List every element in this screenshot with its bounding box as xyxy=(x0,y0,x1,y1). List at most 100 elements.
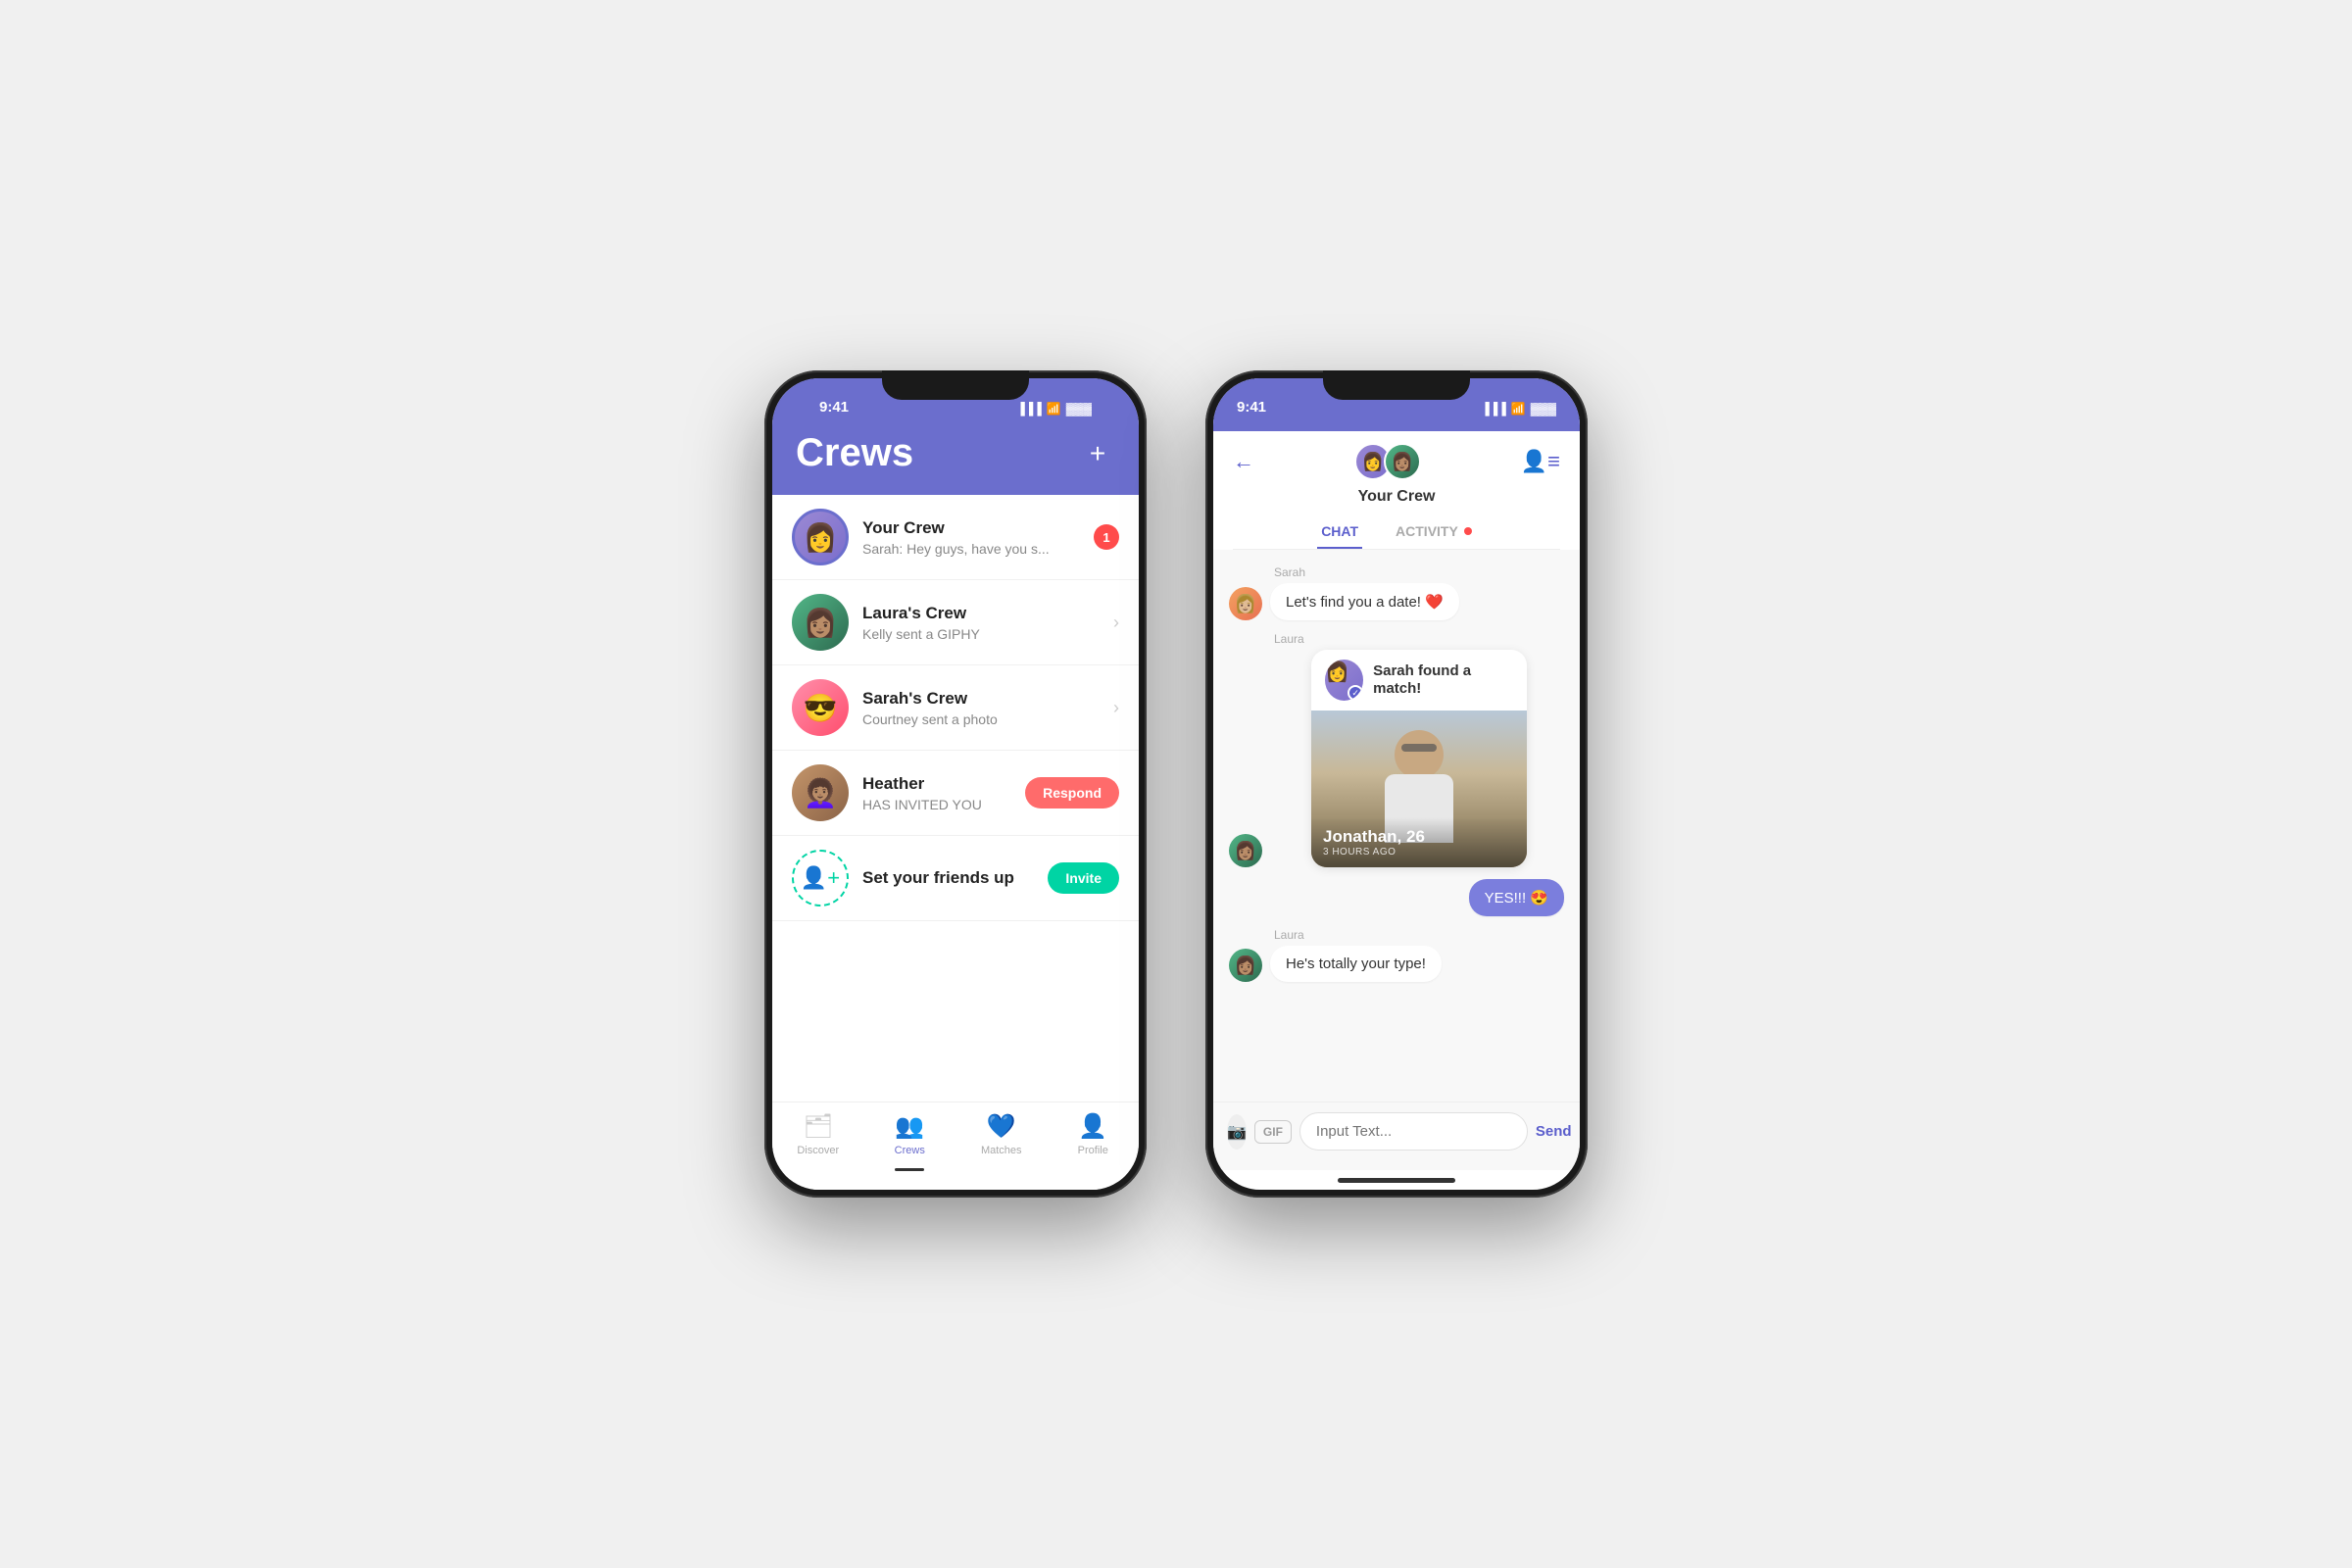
camera-icon[interactable]: 📷 xyxy=(1227,1114,1247,1150)
add-crew-button[interactable]: + xyxy=(1080,436,1115,471)
avatar: 👩🏽 xyxy=(792,594,849,651)
verified-icon: ✓ xyxy=(1348,685,1363,701)
tab-chat[interactable]: CHAT xyxy=(1317,515,1362,549)
chat-tabs: CHAT ACTIVITY xyxy=(1233,515,1560,550)
message-sender: Sarah xyxy=(1274,565,1564,579)
wifi-icon-2: 📶 xyxy=(1511,402,1526,416)
phone-1: 9:41 ▐▐▐ 📶 ▓▓▓ Crews + 👩 Your Crew xyxy=(764,370,1147,1198)
nav-crews-label: Crews xyxy=(895,1145,925,1156)
message-sender: Laura xyxy=(1274,632,1564,646)
message-row-right: YES!!! 😍 xyxy=(1229,879,1564,916)
match-card-header: 👩 ✓ Sarah found a match! xyxy=(1311,650,1527,710)
nav-discover-label: Discover xyxy=(797,1145,839,1156)
activity-notification-dot xyxy=(1464,527,1472,535)
message-sender: Laura xyxy=(1274,928,1564,942)
invite-avatar-icon: 👤+ xyxy=(792,850,849,906)
match-name: Jonathan, 26 xyxy=(1323,827,1515,847)
signal-icon: ▐▐▐ xyxy=(1016,402,1042,416)
notch-1 xyxy=(882,370,1029,400)
gif-button[interactable]: GIF xyxy=(1254,1120,1292,1144)
phone-2: 9:41 ▐▐▐ 📶 ▓▓▓ ← 👩 � xyxy=(1205,370,1588,1198)
notch-2 xyxy=(1323,370,1470,400)
sidebar-item-discover[interactable]: 🗂 Discover xyxy=(772,1112,864,1156)
crew-info: Set your friends up xyxy=(862,868,1034,888)
invite-label: Set your friends up xyxy=(862,868,1034,888)
chat-header-content: ← 👩 👩🏽 👤≡ Your Crew CHAT xyxy=(1213,431,1580,550)
nav-active-indicator xyxy=(895,1168,924,1171)
invite-button[interactable]: Invite xyxy=(1048,862,1119,894)
avatar: 👩🏽 xyxy=(1229,949,1262,982)
avatar: 👩🏼 xyxy=(1229,587,1262,620)
crew-avatars-header: 👩 👩🏽 xyxy=(1354,443,1421,480)
profile-icon: 👤 xyxy=(1078,1112,1107,1141)
crew-preview: Courtney sent a photo xyxy=(862,711,1100,727)
chevron-right-icon: › xyxy=(1113,698,1119,718)
status-icons-1: ▐▐▐ 📶 ▓▓▓ xyxy=(1016,402,1092,416)
nav-profile-label: Profile xyxy=(1078,1145,1108,1156)
match-card-text: Sarah found a match! xyxy=(1373,662,1513,698)
chat-header: 9:41 ▐▐▐ 📶 ▓▓▓ ← 👩 � xyxy=(1213,378,1580,550)
chat-messages: Sarah 👩🏼 Let's find you a date! ❤️ Laura… xyxy=(1213,550,1580,1102)
crew-preview: HAS INVITED YOU xyxy=(862,797,1011,812)
message-group: Laura 👩🏽 He's totally your type! xyxy=(1229,928,1564,982)
chat-crew-name: Your Crew xyxy=(1358,488,1436,506)
chat-input-bar: 📷 GIF Send xyxy=(1213,1102,1580,1170)
matches-icon: 💙 xyxy=(987,1112,1016,1141)
list-item[interactable]: 👩🏽 Laura's Crew Kelly sent a GIPHY › xyxy=(772,580,1139,665)
back-button[interactable]: ← xyxy=(1233,449,1254,474)
sidebar-item-matches[interactable]: 💙 Matches xyxy=(956,1112,1048,1156)
message-bubble-self: YES!!! 😍 xyxy=(1469,879,1564,916)
nav-matches-label: Matches xyxy=(981,1145,1022,1156)
match-found-label: Sarah found a match! xyxy=(1373,662,1513,698)
list-item[interactable]: 👩 Your Crew Sarah: Hey guys, have you s.… xyxy=(772,495,1139,580)
battery-icon: ▓▓▓ xyxy=(1066,402,1092,416)
send-button[interactable]: Send xyxy=(1536,1123,1572,1140)
crew-info: Sarah's Crew Courtney sent a photo xyxy=(862,689,1100,727)
crews-icon-wrapper: 👥 xyxy=(895,1112,924,1141)
message-row: 👩🏽 👩 ✓ Sarah found a match! xyxy=(1229,650,1564,867)
unread-badge: 1 xyxy=(1094,524,1119,550)
list-item[interactable]: 👩🏽‍🦱 Heather HAS INVITED YOU Respond xyxy=(772,751,1139,836)
discover-icon: 🗂 xyxy=(804,1112,833,1141)
message-group: Sarah 👩🏼 Let's find you a date! ❤️ xyxy=(1229,565,1564,620)
crew-member-avatar: 👩🏽 xyxy=(1384,443,1421,480)
match-time: 3 HOURS AGO xyxy=(1323,847,1515,858)
status-icons-2: ▐▐▐ 📶 ▓▓▓ xyxy=(1481,402,1556,416)
bottom-nav: 🗂 Discover 👥 Crews 💙 Matches 👤 Profile xyxy=(772,1102,1139,1190)
match-card: 👩 ✓ Sarah found a match! xyxy=(1311,650,1527,867)
crew-name: Heather xyxy=(862,774,1011,794)
chat-header-top: ← 👩 👩🏽 👤≡ xyxy=(1233,443,1560,480)
status-time-2: 9:41 xyxy=(1237,399,1266,416)
signal-icon-2: ▐▐▐ xyxy=(1481,402,1506,416)
crew-name: Your Crew xyxy=(862,518,1080,538)
avatar: 😎 xyxy=(792,679,849,736)
crew-info: Your Crew Sarah: Hey guys, have you s... xyxy=(862,518,1080,557)
crew-preview: Kelly sent a GIPHY xyxy=(862,626,1100,642)
crew-name: Sarah's Crew xyxy=(862,689,1100,709)
avatar: 👩🏽 xyxy=(1229,834,1262,867)
chevron-right-icon: › xyxy=(1113,612,1119,633)
chat-input[interactable] xyxy=(1299,1112,1528,1151)
message-bubble: He's totally your type! xyxy=(1270,946,1442,982)
respond-button[interactable]: Respond xyxy=(1025,777,1119,808)
crews-title-row: Crews + xyxy=(796,421,1115,475)
crew-preview: Sarah: Hey guys, have you s... xyxy=(862,541,1080,557)
list-item[interactable]: 😎 Sarah's Crew Courtney sent a photo › xyxy=(772,665,1139,751)
sidebar-item-profile[interactable]: 👤 Profile xyxy=(1048,1112,1140,1156)
tab-activity[interactable]: ACTIVITY xyxy=(1392,515,1476,549)
sidebar-item-crews[interactable]: 👥 Crews xyxy=(864,1112,956,1171)
invite-item[interactable]: 👤+ Set your friends up Invite xyxy=(772,836,1139,921)
avatar: 👩🏽‍🦱 xyxy=(792,764,849,821)
crew-name: Laura's Crew xyxy=(862,604,1100,623)
crews-title: Crews xyxy=(796,431,913,475)
crew-list: 👩 Your Crew Sarah: Hey guys, have you s.… xyxy=(772,495,1139,1102)
avatar: 👩 xyxy=(792,509,849,565)
crews-icon: 👥 xyxy=(895,1113,924,1140)
contacts-icon[interactable]: 👤≡ xyxy=(1521,449,1560,474)
message-group: Laura 👩🏽 👩 ✓ Sarah found a match! xyxy=(1229,632,1564,867)
message-group: YES!!! 😍 xyxy=(1229,879,1564,916)
match-photo-overlay: Jonathan, 26 3 HOURS AGO xyxy=(1311,817,1527,867)
message-row: 👩🏼 Let's find you a date! ❤️ xyxy=(1229,583,1564,620)
battery-icon-2: ▓▓▓ xyxy=(1531,402,1556,416)
home-bar xyxy=(1338,1178,1455,1183)
